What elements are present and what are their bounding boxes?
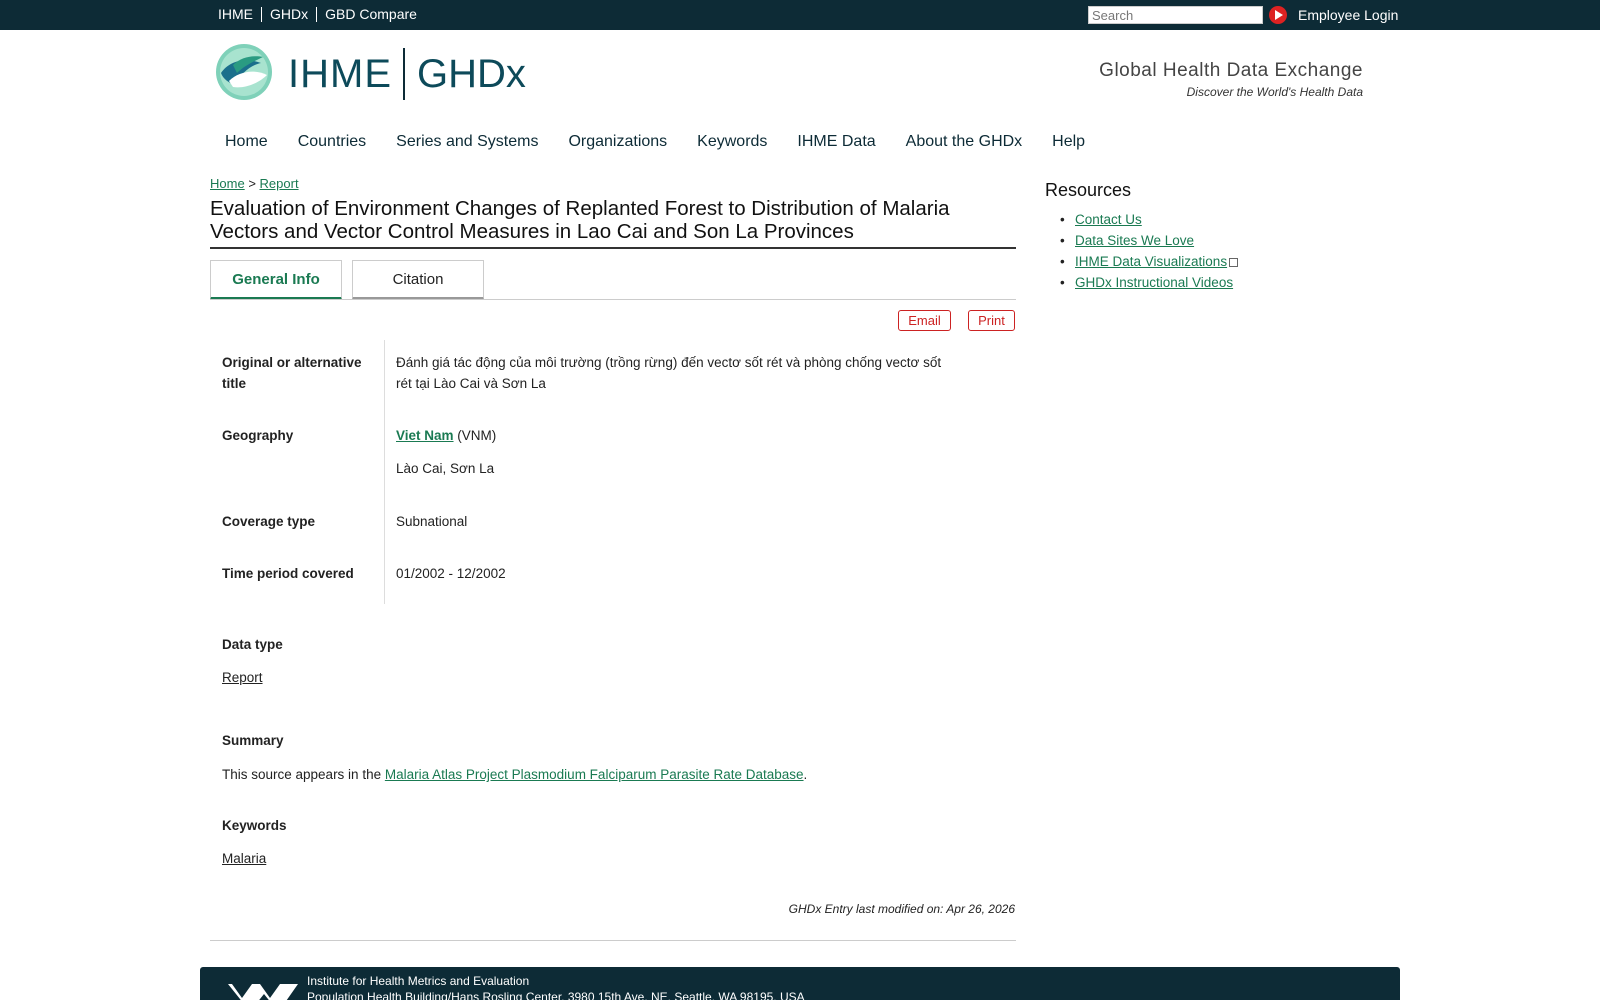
time-period-value: 01/2002 - 12/2002 <box>396 566 506 581</box>
nav-home[interactable]: Home <box>225 133 268 151</box>
nav-ihme-data[interactable]: IHME Data <box>797 133 875 151</box>
last-modified-text: GHDx Entry last modified on: Apr 26, 202… <box>788 902 1015 916</box>
ihme-logo-icon[interactable] <box>215 43 273 101</box>
top-link-gbd-compare[interactable]: GBD Compare <box>316 7 425 22</box>
data-type-label: Data type <box>222 637 283 652</box>
breadcrumb-report[interactable]: Report <box>260 176 299 191</box>
breadcrumb-separator: > <box>248 176 256 191</box>
summary-label: Summary <box>222 733 284 748</box>
footer-address: Population Health Building/Hans Rosling … <box>307 990 805 1000</box>
original-title-value: Đánh giá tác động của môi trường (trồng … <box>396 355 942 391</box>
page-title: Evaluation of Environment Changes of Rep… <box>210 197 1016 249</box>
site-tagline: Global Health Data Exchange <box>1099 60 1363 81</box>
summary-prefix: This source appears in the <box>222 767 382 782</box>
resource-link-data-sites[interactable]: Data Sites We Love <box>1075 233 1194 248</box>
top-bar: IHME GHDx GBD Compare Employee Login <box>0 0 1600 30</box>
print-button[interactable]: Print <box>968 310 1015 331</box>
nav-keywords[interactable]: Keywords <box>697 133 767 151</box>
keyword-link-malaria[interactable]: Malaria <box>222 848 266 869</box>
tab-general-info[interactable]: General Info <box>210 260 342 300</box>
coverage-type-label: Coverage type <box>222 514 316 529</box>
tabs-divider <box>210 299 1016 300</box>
logo-ihme-text[interactable]: IHME <box>288 52 392 97</box>
employee-login-link[interactable]: Employee Login <box>1298 7 1398 23</box>
search-submit-icon[interactable] <box>1269 6 1287 24</box>
nav-about-the-ghdx[interactable]: About the GHDx <box>906 133 1023 151</box>
geography-country-link[interactable]: Viet Nam <box>396 428 454 443</box>
resources-item: GHDx Instructional Videos <box>1060 275 1238 296</box>
resources-list: Contact Us Data Sites We Love IHME Data … <box>1060 212 1239 296</box>
summary-text: This source appears in the Malaria Atlas… <box>222 764 807 785</box>
site-subtagline: Discover the World's Health Data <box>1186 85 1363 99</box>
keywords-label: Keywords <box>222 818 287 833</box>
summary-suffix: . <box>803 767 808 782</box>
breadcrumb-home[interactable]: Home <box>210 176 245 191</box>
summary-source-link[interactable]: Malaria Atlas Project Plasmodium Falcipa… <box>385 767 804 782</box>
resource-link-ihme-data-viz[interactable]: IHME Data Visualizations <box>1075 254 1227 269</box>
logo-ghdx-text[interactable]: GHDx <box>417 52 526 97</box>
content-bottom-divider <box>210 940 1016 941</box>
footer: Institute for Health Metrics and Evaluat… <box>200 967 1400 1000</box>
geography-country-row: Viet Nam (VNM) <box>396 425 496 446</box>
resources-item: Contact Us <box>1060 212 1238 233</box>
geography-country-code: (VNM) <box>457 428 497 443</box>
top-links: IHME GHDx GBD Compare <box>218 7 425 22</box>
geography-subnational: Lào Cai, Sơn La <box>396 461 495 476</box>
geography-label: Geography <box>222 428 294 443</box>
email-button[interactable]: Email <box>898 310 951 331</box>
resources-item: IHME Data Visualizations <box>1060 254 1239 275</box>
footer-institute-name: Institute for Health Metrics and Evaluat… <box>307 974 530 988</box>
time-period-label: Time period covered <box>222 566 354 581</box>
search-input[interactable] <box>1088 6 1263 24</box>
resources-title: Resources <box>1045 180 1132 200</box>
logo-divider <box>403 48 405 100</box>
data-type-link[interactable]: Report <box>222 667 263 688</box>
nav-countries[interactable]: Countries <box>298 133 366 151</box>
nav-organizations[interactable]: Organizations <box>568 133 667 151</box>
external-link-icon <box>1229 258 1239 267</box>
resources-item: Data Sites We Love <box>1060 233 1238 254</box>
main-nav: Home Countries Series and Systems Organi… <box>225 133 1115 151</box>
coverage-type-value: Subnational <box>396 514 468 529</box>
resource-link-instructional-videos[interactable]: GHDx Instructional Videos <box>1075 275 1233 290</box>
top-link-ihme[interactable]: IHME <box>218 7 261 22</box>
top-link-ghdx[interactable]: GHDx <box>261 7 316 22</box>
nav-help[interactable]: Help <box>1052 133 1085 151</box>
resource-link-contact-us[interactable]: Contact Us <box>1075 212 1142 227</box>
original-title-label: Original or alternative title <box>222 355 362 391</box>
tab-citation[interactable]: Citation <box>352 260 484 300</box>
field-column-divider <box>384 340 385 604</box>
nav-series-and-systems[interactable]: Series and Systems <box>396 133 538 151</box>
breadcrumb: Home > Report <box>210 176 299 191</box>
uw-logo-icon[interactable] <box>214 984 298 1000</box>
